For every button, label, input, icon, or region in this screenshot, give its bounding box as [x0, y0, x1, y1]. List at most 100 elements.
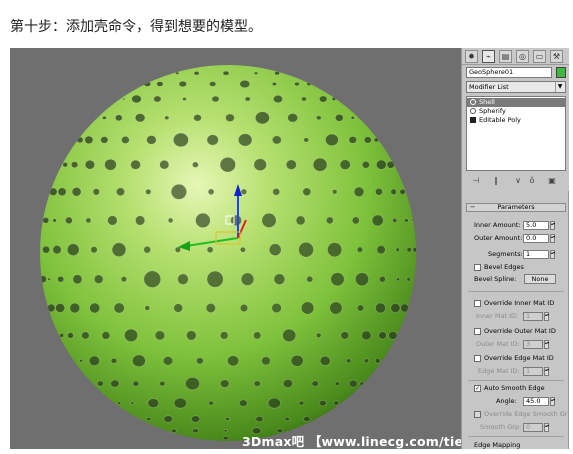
- shell-hole: [115, 114, 123, 122]
- display-icon[interactable]: ▭: [533, 50, 546, 63]
- shell-hole: [177, 273, 189, 285]
- shell-hole: [52, 218, 57, 223]
- step-caption: 第十步：添加壳命令，得到想要的模型。: [10, 19, 262, 35]
- shell-hole: [65, 216, 73, 225]
- lightbulb-icon[interactable]: [470, 108, 476, 114]
- panel-scrollbar[interactable]: [568, 191, 569, 449]
- shell-hole: [375, 302, 386, 314]
- shell-hole: [290, 354, 304, 367]
- angle-spinner[interactable]: 45.0: [523, 397, 549, 406]
- inner-mat-spinner[interactable]: 1: [523, 312, 543, 321]
- spinner-arrows-icon[interactable]: ▴▾: [544, 340, 549, 349]
- outer-amount-spinner[interactable]: 0.0: [523, 234, 549, 243]
- override-inner-checkbox[interactable]: [474, 300, 481, 307]
- shell-hole: [351, 216, 360, 225]
- shell-hole: [356, 246, 364, 253]
- shell-hole: [376, 245, 386, 255]
- smooth-grp-spinner[interactable]: 0: [523, 423, 543, 432]
- segments-spinner[interactable]: 1: [523, 250, 549, 259]
- shell-hole: [208, 400, 214, 406]
- shell-hole: [396, 277, 401, 282]
- create-icon[interactable]: ✹: [465, 50, 478, 63]
- shell-hole: [390, 303, 401, 313]
- shell-hole: [195, 212, 211, 228]
- override-outer-checkbox[interactable]: [474, 328, 481, 335]
- shell-hole: [134, 113, 146, 123]
- object-color-swatch[interactable]: [556, 67, 566, 78]
- override-edge-label: Override Edge Mat ID: [484, 354, 554, 362]
- show-end-result-icon[interactable]: ‖: [490, 175, 502, 187]
- shell-hole: [84, 135, 94, 144]
- parameters-rollout-header[interactable]: − Parameters: [466, 203, 566, 212]
- shell-hole: [135, 215, 146, 226]
- shell-hole: [333, 400, 340, 406]
- object-name-field[interactable]: GeoSphere01: [466, 67, 552, 78]
- shell-hole: [132, 354, 146, 367]
- shell-hole: [174, 246, 181, 253]
- shell-hole: [272, 188, 281, 196]
- configure-sets-icon[interactable]: ▣: [546, 175, 558, 187]
- inner-amount-label: Inner Amount:: [474, 221, 521, 229]
- override-edge-checkbox[interactable]: [474, 355, 481, 362]
- shell-hole: [255, 111, 270, 125]
- bevel-edges-checkbox[interactable]: [474, 264, 481, 271]
- shell-hole: [191, 428, 199, 434]
- outer-mat-spinner[interactable]: 3: [523, 340, 543, 349]
- shell-hole: [225, 417, 230, 421]
- shell-hole: [167, 217, 174, 224]
- utilities-icon[interactable]: ⚒: [550, 50, 563, 63]
- spinner-arrows-icon[interactable]: ▴▾: [550, 397, 555, 406]
- lightbulb-icon[interactable]: [470, 99, 476, 105]
- shell-hole: [67, 332, 74, 339]
- shell-hole: [239, 399, 248, 407]
- shell-hole: [303, 416, 311, 422]
- shell-hole: [222, 70, 230, 76]
- plus-icon[interactable]: [470, 117, 476, 123]
- shell-hole: [173, 303, 183, 313]
- modify-icon[interactable]: ⌁: [482, 50, 495, 63]
- shell-hole: [52, 245, 62, 255]
- shell-hole: [144, 305, 151, 311]
- override-edge-row: Override Edge Mat ID: [462, 353, 569, 364]
- spinner-arrows-icon[interactable]: ▴▾: [550, 221, 555, 230]
- override-inner-label: Override Inner Mat ID: [484, 299, 555, 307]
- shell-hole: [400, 303, 409, 313]
- shell-hole: [131, 94, 142, 104]
- stack-item-spherify[interactable]: Spherify: [467, 107, 565, 116]
- shell-hole: [356, 304, 365, 312]
- watermark: 3Dmax吧 【www.linecg.com/tieba/1771】: [242, 434, 461, 449]
- stack-item-label: Editable Poly: [479, 116, 521, 124]
- shell-hole: [110, 379, 120, 388]
- shell-hole: [374, 188, 383, 196]
- motion-icon[interactable]: ◎: [516, 50, 529, 63]
- spinner-arrows-icon[interactable]: ▴▾: [550, 234, 555, 243]
- override-smooth-checkbox[interactable]: [474, 411, 481, 418]
- spinner-arrows-icon[interactable]: ▴▾: [544, 312, 549, 321]
- modifier-stack[interactable]: Shell Spherify Editable Poly: [466, 96, 566, 171]
- hierarchy-icon[interactable]: ▤: [499, 50, 512, 63]
- shell-hole: [185, 377, 200, 391]
- stack-item-shell[interactable]: Shell: [467, 98, 565, 107]
- spinner-arrows-icon[interactable]: ▴▾: [544, 423, 549, 432]
- override-inner-row: Override Inner Mat ID: [462, 298, 569, 309]
- make-unique-icon[interactable]: ∨: [512, 175, 524, 187]
- spinner-arrows-icon[interactable]: ▴▾: [544, 367, 549, 376]
- inner-amount-spinner[interactable]: 5.0: [523, 221, 549, 230]
- modifier-list-dropdown[interactable]: Modifier List ▼: [466, 81, 566, 93]
- bevel-edges-row: Bevel Edges: [462, 262, 569, 273]
- edge-mat-spinner[interactable]: 1: [523, 367, 543, 376]
- remove-modifier-icon[interactable]: ŏ: [526, 175, 538, 187]
- stack-toolbar: ⊣ ‖ ∨ ŏ ▣: [466, 175, 566, 189]
- pin-stack-icon[interactable]: ⊣: [470, 175, 482, 187]
- stack-item-editable-poly[interactable]: Editable Poly: [467, 116, 565, 125]
- bevel-spline-button[interactable]: None: [524, 274, 556, 284]
- shell-hole: [240, 188, 247, 195]
- shell-hole: [388, 331, 398, 340]
- divider: [468, 380, 564, 381]
- perspective-viewport[interactable]: 3Dmax吧 【www.linecg.com/tieba/1771】: [10, 48, 461, 449]
- shell-hole: [156, 81, 164, 87]
- shell-hole: [334, 114, 344, 122]
- spinner-arrows-icon[interactable]: ▴▾: [550, 250, 555, 259]
- shell-hole: [42, 245, 50, 254]
- auto-smooth-checkbox[interactable]: ✓: [474, 385, 481, 392]
